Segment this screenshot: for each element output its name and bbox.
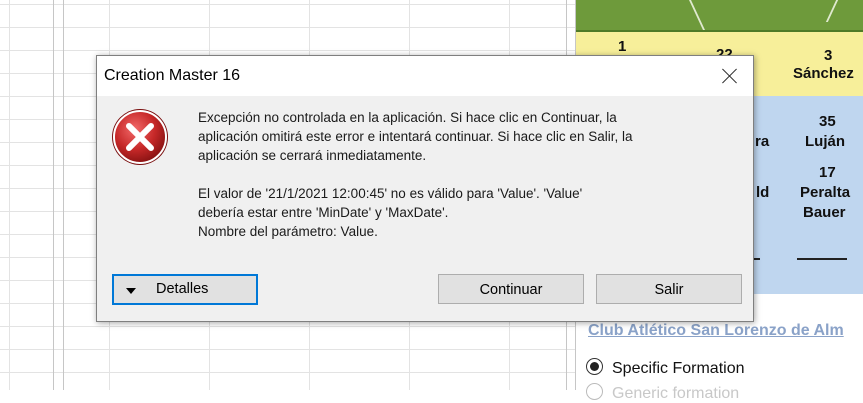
radio-generic-formation[interactable]: Generic formation — [586, 383, 739, 403]
radio-button[interactable] — [586, 358, 603, 375]
player-name: ld — [756, 184, 770, 201]
player-number: 1 — [618, 38, 627, 55]
radio-button[interactable] — [586, 383, 603, 400]
player-number: 35 — [819, 113, 836, 130]
continue-button[interactable]: Continuar — [438, 274, 584, 304]
close-icon[interactable] — [707, 56, 753, 96]
club-link[interactable]: Club Atlético San Lorenzo de Alm — [588, 322, 844, 340]
player-name: Luján — [805, 133, 845, 150]
error-dialog: Creation Master 16 Excepción no controla… — [96, 55, 754, 322]
player-name: ra — [755, 133, 770, 150]
player-underline — [797, 258, 847, 260]
player-name: Sánchez — [793, 65, 854, 82]
pitch-line — [689, 0, 705, 30]
radio-label: Generic formation — [612, 385, 740, 402]
player-number: 3 — [824, 47, 833, 64]
grid-separator — [63, 0, 64, 390]
detail-line: El valor de '21/1/2021 12:00:45' no es v… — [198, 186, 583, 201]
message-line: aplicación omitirá este error e intentar… — [198, 129, 633, 144]
detail-line: Nombre del parámetro: Value. — [198, 224, 378, 239]
player-name: Bauer — [803, 204, 846, 221]
radio-specific-formation[interactable]: Specific Formation — [586, 358, 745, 378]
details-button-label: Detalles — [156, 281, 209, 297]
radio-label: Specific Formation — [612, 360, 745, 377]
chevron-down-icon — [126, 288, 136, 294]
error-icon — [112, 109, 168, 165]
pitch-line — [825, 0, 839, 22]
detail-line: debería estar entre 'MinDate' y 'MaxDate… — [198, 205, 449, 220]
details-button[interactable]: Detalles — [112, 274, 258, 305]
exit-button[interactable]: Salir — [596, 274, 742, 304]
dialog-title: Creation Master 16 — [104, 67, 241, 84]
message-line: Excepción no controlada en la aplicación… — [198, 110, 617, 125]
player-number: 17 — [819, 164, 836, 181]
grid-separator — [53, 0, 54, 390]
dialog-titlebar: Creation Master 16 — [97, 56, 753, 96]
pitch-strip — [576, 0, 863, 32]
message-line: aplicación se cerrará inmediatamente. — [198, 148, 427, 163]
player-name: Peralta — [800, 184, 851, 201]
